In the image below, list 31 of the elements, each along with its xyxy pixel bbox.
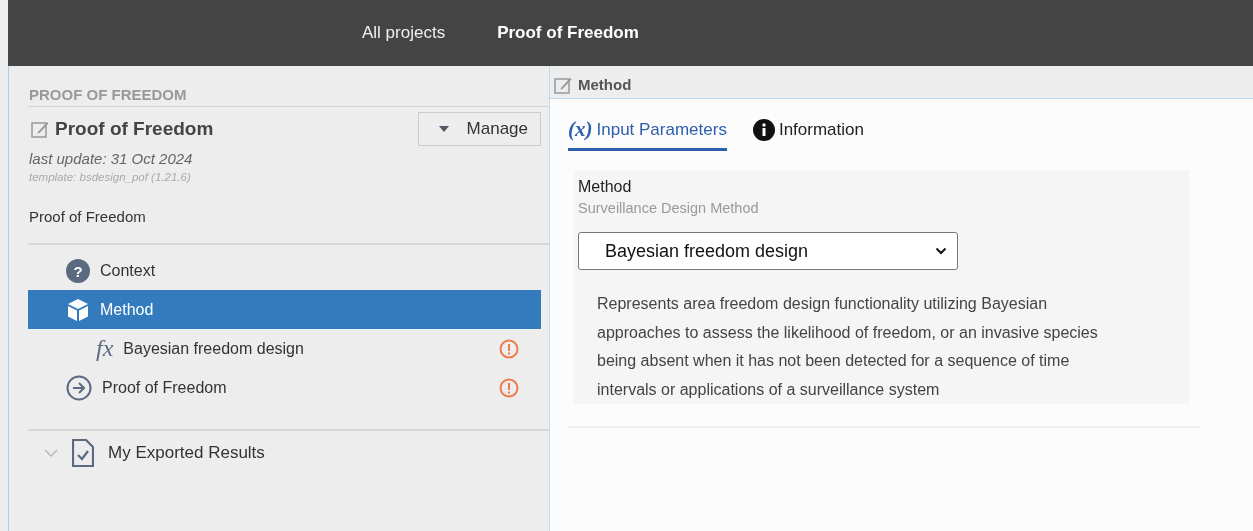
last-update-text: last update: 31 Oct 2024 <box>29 150 194 167</box>
edit-icon <box>554 75 572 94</box>
project-description: Proof of Freedom <box>28 207 147 227</box>
chevron-icon <box>935 247 947 255</box>
sidebar-heading: PROOF OF FREEDOM <box>28 66 549 107</box>
tab[interactable]: (x) Input Parameters <box>568 117 727 151</box>
method-dropdown[interactable]: Bayesian freedom design <box>578 232 958 270</box>
tree-item[interactable]: Method <box>28 290 541 329</box>
exported-results-item[interactable]: My Exported Results <box>28 431 549 467</box>
caret-icon <box>438 126 449 132</box>
template-text: template: bsdesign_pof (1.21.6) <box>29 171 192 183</box>
nav-link[interactable]: All projects <box>362 23 446 43</box>
tree-item[interactable]: fx Bayesian freedom design <box>28 329 541 368</box>
arrow-circle-icon <box>66 374 92 401</box>
project-title: Proof of Freedom <box>55 118 215 140</box>
tree-item[interactable]: Proof of Freedom <box>28 368 541 407</box>
cube-icon <box>66 297 90 322</box>
edit-icon <box>31 120 49 138</box>
field-hint: Surveillance Design Method <box>578 200 760 216</box>
tree-item[interactable]: ? Context <box>28 251 541 290</box>
manage-button[interactable]: Manage <box>417 112 541 146</box>
question-icon: ? <box>66 258 90 283</box>
panel-title: Method <box>578 76 632 93</box>
variable-icon: (x) <box>568 117 593 142</box>
tab[interactable]: Information <box>752 117 864 151</box>
field-label: Method <box>578 178 633 196</box>
document-check-icon <box>72 439 94 467</box>
info-icon <box>752 118 775 141</box>
nav-link[interactable]: Proof of Freedom <box>497 23 639 43</box>
method-description: Represents area freedom design functionality utilizing Bayesian approaches to assess the likelihood of freedom, or an invasive species being absent when it has not been detected for a sequence of time intervals or applications of a surveillance system <box>596 294 1099 400</box>
function-icon: fx <box>96 335 114 362</box>
